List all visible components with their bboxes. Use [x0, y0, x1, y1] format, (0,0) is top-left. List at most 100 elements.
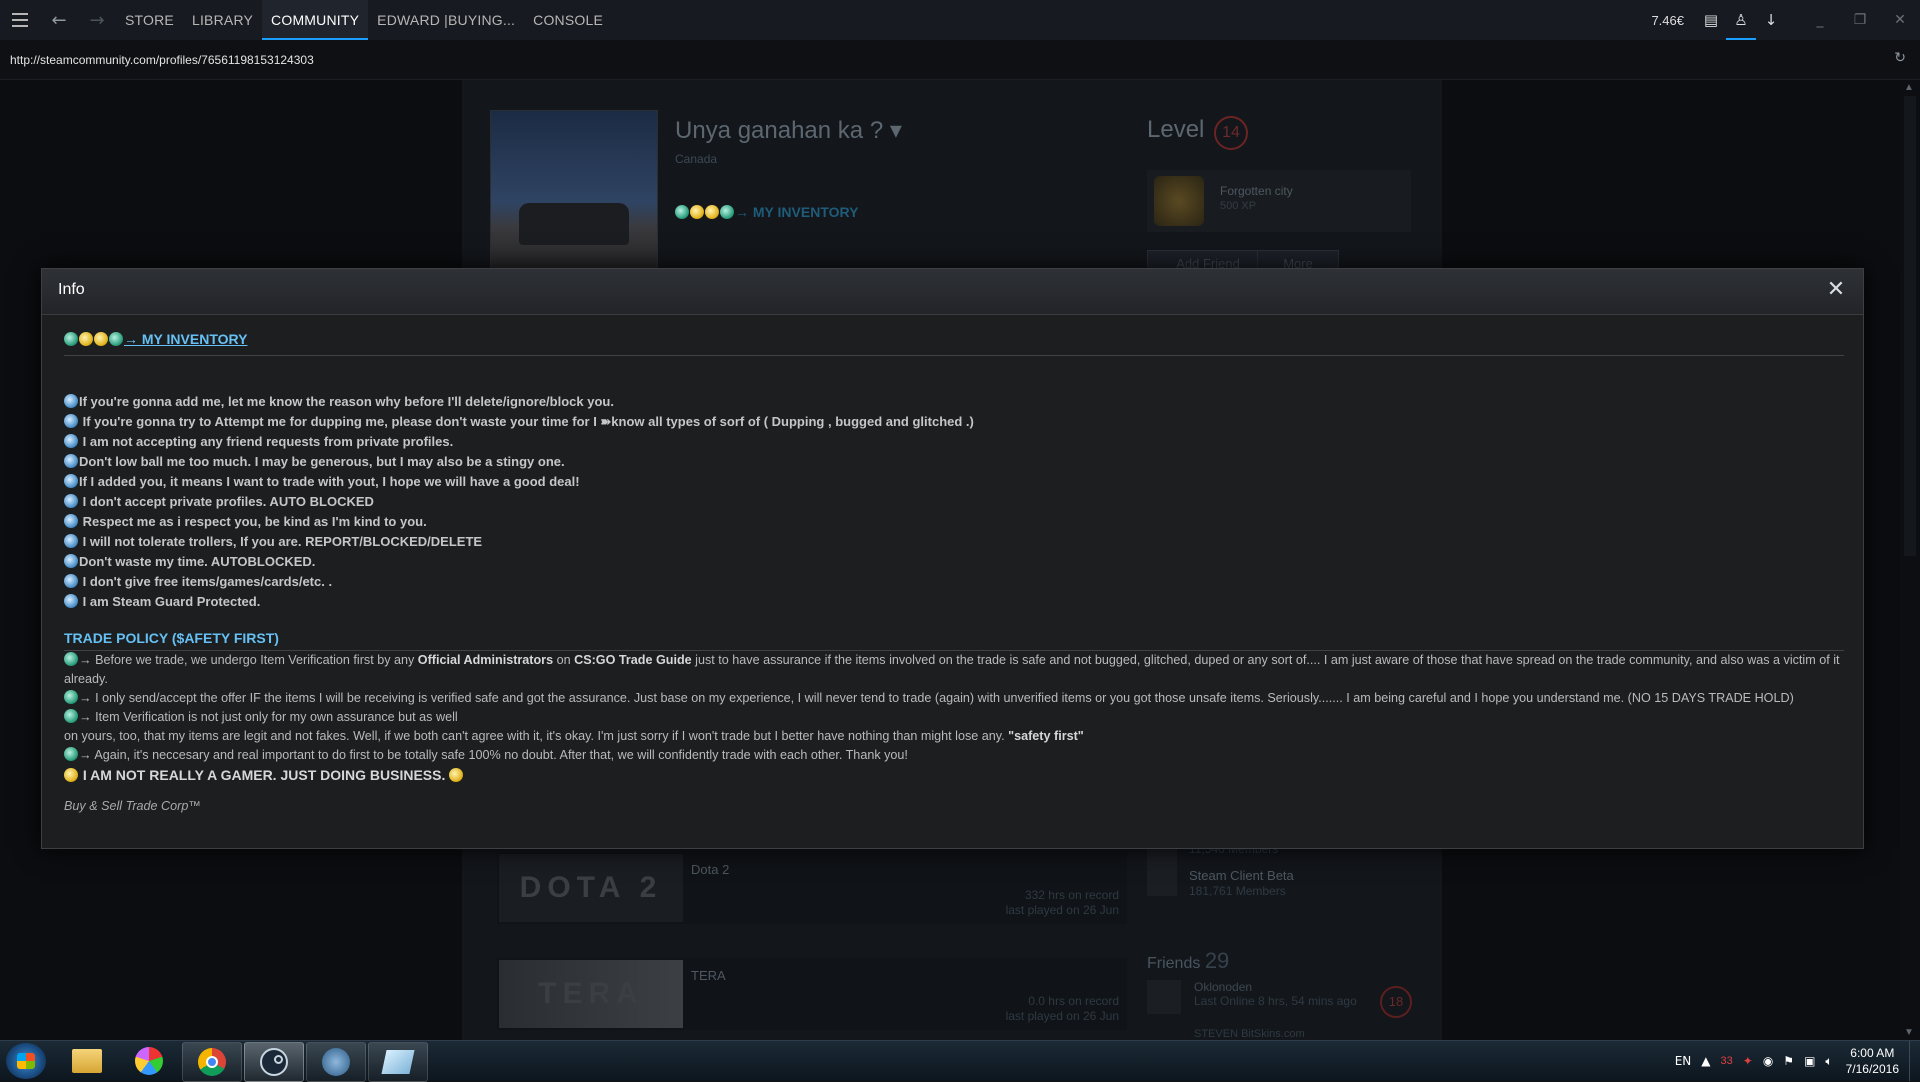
- steam-tray-icon[interactable]: ◉: [1763, 1054, 1773, 1068]
- clock[interactable]: 6:00 AM 7/16/2016: [1846, 1045, 1899, 1077]
- rule-text: If I added you, it means I want to trade…: [79, 474, 580, 489]
- user-icon[interactable]: ♙: [1726, 0, 1756, 40]
- tray-expand-icon[interactable]: ▲: [1701, 1054, 1710, 1068]
- emoticon-icon: [64, 494, 78, 508]
- group-members: 181,761 Members: [1189, 884, 1286, 898]
- group-name[interactable]: Steam Client Beta: [1189, 868, 1294, 883]
- scrollbar-thumb[interactable]: [1904, 96, 1916, 556]
- tab-console[interactable]: CONSOLE: [524, 0, 612, 40]
- profile-name[interactable]: Unya ganahan ka ? ▾: [675, 116, 902, 145]
- tray-app-icon[interactable]: ✦: [1743, 1054, 1753, 1068]
- close-icon[interactable]: ✕: [1823, 277, 1849, 303]
- rule-text: I am not accepting any friend requests f…: [79, 434, 454, 449]
- windows-logo-icon: [17, 1053, 35, 1069]
- emoticon-icon: [94, 332, 108, 346]
- maximize-button[interactable]: ❐: [1840, 0, 1880, 40]
- hours-on-record: 332 hrs on record: [1024, 888, 1119, 902]
- taskbar-steam[interactable]: [244, 1042, 304, 1082]
- emoticon-icon: [64, 690, 78, 704]
- minimize-button[interactable]: _: [1800, 0, 1840, 40]
- scroll-down-icon[interactable]: ▼: [1904, 1027, 1914, 1038]
- emoticon-icon: [79, 332, 93, 346]
- rule-text: If you're gonna try to Attempt me for du…: [79, 414, 974, 429]
- emoticon-icon: [64, 709, 78, 723]
- last-played: last played on 26 Jun: [1005, 903, 1119, 917]
- wallet-balance[interactable]: 7.46€: [1651, 13, 1684, 28]
- flag-icon[interactable]: ⚑: [1783, 1054, 1794, 1068]
- rule-text: Don't low ball me too much. I may be gen…: [79, 454, 565, 469]
- game-hours: 332 hrs on record last played on 26 Jun: [1006, 888, 1119, 918]
- window-close-button[interactable]: ✕: [1880, 0, 1920, 40]
- game-item-tera[interactable]: TERA TERA 0.0 hrs on record last played o…: [497, 958, 1127, 1030]
- tab-community[interactable]: COMMUNITY: [262, 0, 369, 40]
- rule-item: Don't waste my time. AUTOBLOCKED.: [64, 552, 1844, 572]
- friend-level-badge: 18: [1380, 986, 1412, 1018]
- rule-item: I don't accept private profiles. AUTO BL…: [64, 492, 1844, 512]
- game-name: Dota 2: [691, 862, 730, 877]
- friends-count: 29: [1204, 948, 1230, 973]
- chrome-icon: [198, 1048, 226, 1076]
- modal-title: Info: [58, 281, 85, 298]
- tab-library[interactable]: LIBRARY: [183, 0, 262, 40]
- friend-name[interactable]: Oklonoden: [1194, 980, 1252, 994]
- arrow-left-icon[interactable]: ←: [40, 0, 78, 40]
- emoticon-icon: [64, 747, 78, 761]
- url-bar: http://steamcommunity.com/profiles/76561…: [0, 40, 1920, 80]
- level-label: Level: [1147, 116, 1205, 143]
- emoticon-icon: [64, 534, 78, 548]
- rule-item: Don't low ball me too much. I may be gen…: [64, 452, 1844, 472]
- language-indicator[interactable]: EN: [1675, 1054, 1692, 1068]
- steam-top-nav: ← → STORE LIBRARY COMMUNITY EDWARD |BUYI…: [0, 0, 1920, 40]
- scroll-up-icon[interactable]: ▲: [1904, 82, 1914, 93]
- policy-paragraph: → I only send/accept the offer IF the it…: [64, 689, 1844, 708]
- rule-text: Don't waste my time. AUTOBLOCKED.: [79, 554, 316, 569]
- rule-item: If I added you, it means I want to trade…: [64, 472, 1844, 492]
- friends-header[interactable]: Friends 29: [1147, 948, 1229, 974]
- app-icon: [322, 1048, 350, 1076]
- taskbar-app[interactable]: [306, 1042, 366, 1082]
- hamburger-icon[interactable]: [0, 0, 40, 40]
- policy-paragraph: → Again, it's neccesary and real importa…: [64, 746, 1844, 765]
- rule-text: If you're gonna add me, let me know the …: [79, 394, 614, 409]
- tab-store[interactable]: STORE: [116, 0, 183, 40]
- modal-header: Info ✕: [42, 269, 1863, 315]
- taskbar-chrome[interactable]: [182, 1042, 242, 1082]
- url-text[interactable]: http://steamcommunity.com/profiles/76561…: [10, 53, 314, 67]
- info-modal: Info ✕ → MY INVENTORY If you're gonna ad…: [41, 268, 1864, 849]
- folder-icon: [72, 1049, 102, 1073]
- taskbar-explorer[interactable]: [58, 1042, 116, 1080]
- profile-inventory-link[interactable]: → MY INVENTORY: [675, 204, 858, 220]
- arrow-right-icon[interactable]: →: [78, 0, 116, 40]
- friend-name[interactable]: STEVEN BitSkins.com: [1194, 1028, 1305, 1040]
- page-scrollbar[interactable]: ▲ ▼: [1900, 80, 1920, 1040]
- taskbar-paint[interactable]: [120, 1042, 178, 1080]
- tab-profile[interactable]: EDWARD |BUYING...: [368, 0, 524, 40]
- refresh-icon[interactable]: ↻: [1894, 50, 1906, 66]
- chat-icon[interactable]: ▤: [1696, 0, 1726, 40]
- start-button[interactable]: [6, 1043, 46, 1079]
- profile-inventory-text: → MY INVENTORY: [735, 204, 859, 220]
- clock-date: 7/16/2016: [1845, 1062, 1899, 1076]
- game-item-dota2[interactable]: DOTA 2 Dota 2 332 hrs on record last play…: [497, 852, 1127, 924]
- avatar: [490, 110, 658, 278]
- emoticon-icon: [449, 768, 464, 782]
- game-thumbnail: DOTA 2: [499, 854, 683, 922]
- show-desktop-button[interactable]: [1909, 1041, 1920, 1081]
- rule-text: I will not tolerate trollers, If you are…: [79, 534, 483, 549]
- emoticon-icon: [64, 474, 78, 488]
- policy-text: I AM NOT REALLY A GAMER. JUST DOING BUSI…: [79, 767, 450, 783]
- emoticon-icon: [64, 454, 78, 468]
- tray-counter[interactable]: 33: [1721, 1055, 1733, 1067]
- rule-text: I am Steam Guard Protected.: [79, 594, 261, 609]
- inventory-link[interactable]: → MY INVENTORY: [64, 329, 1844, 349]
- download-icon[interactable]: ↓: [1756, 0, 1786, 40]
- network-icon[interactable]: ▣: [1804, 1054, 1815, 1068]
- hours-on-record: 0.0 hrs on record: [1028, 994, 1119, 1008]
- emoticon-icon: [64, 574, 78, 588]
- friends-label: Friends: [1147, 955, 1201, 972]
- badge-xp: 500 XP: [1220, 200, 1257, 212]
- policy-bold: CS:GO Trade Guide: [574, 653, 692, 667]
- emoticon-icon: [64, 768, 78, 782]
- volume-icon[interactable]: 🔈︎: [1825, 1054, 1832, 1069]
- taskbar-notes[interactable]: [368, 1042, 428, 1082]
